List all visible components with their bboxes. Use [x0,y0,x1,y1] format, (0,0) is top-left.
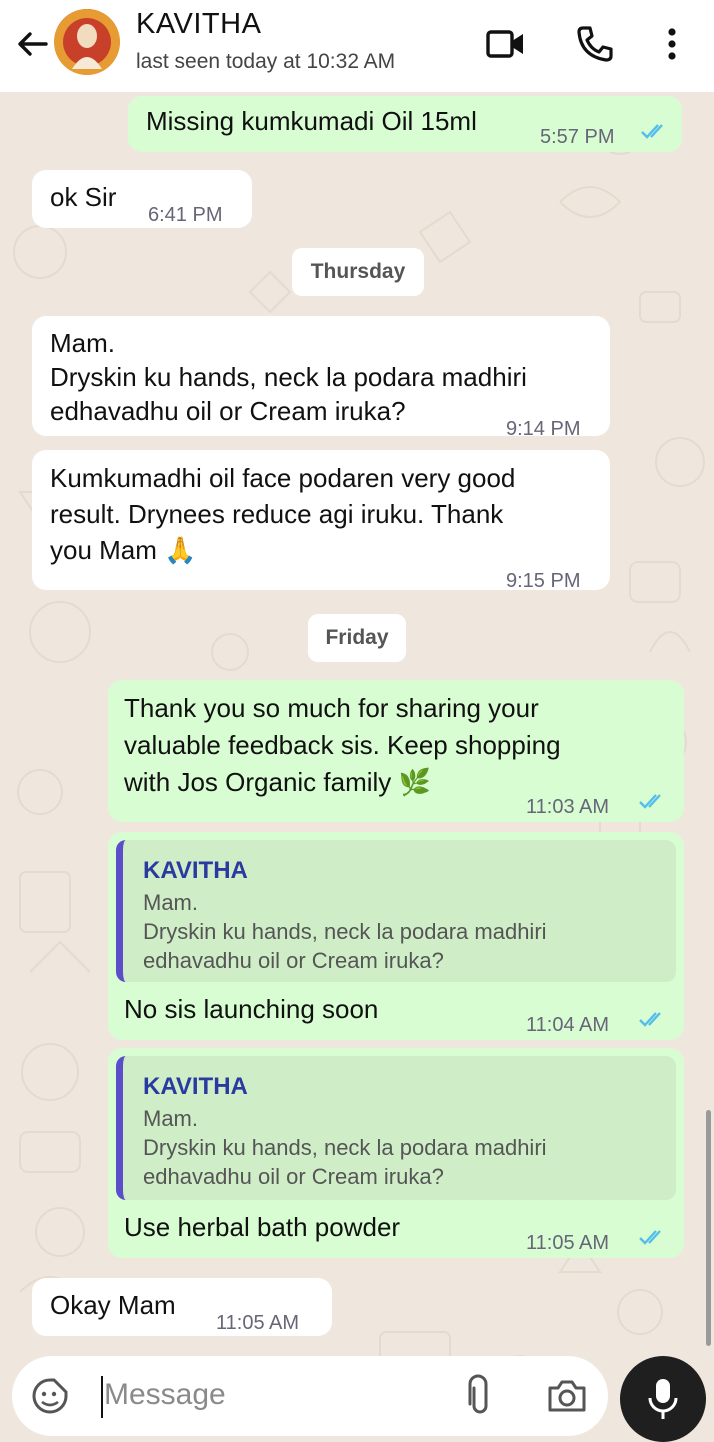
read-ticks-icon [639,1230,661,1245]
back-arrow-icon[interactable] [12,24,52,64]
quoted-message[interactable]: KAVITHA Mam. Dryskin ku hands, neck la po… [116,840,676,982]
quoted-text: Mam. Dryskin ku hands, neck la podara mad… [143,890,547,973]
quoted-sender: KAVITHA [143,857,248,884]
message-text: No sis launching soon [124,994,379,1024]
message-time: 5:57 PM [540,126,615,148]
message-input[interactable]: Message [104,1378,226,1412]
outgoing-reply-message[interactable]: KAVITHA Mam. Dryskin ku hands, neck la po… [108,1048,684,1258]
attach-icon[interactable] [458,1374,498,1418]
message-time: 11:05 AM [216,1312,300,1334]
quoted-text: Mam. Dryskin ku hands, neck la podara mad… [143,1106,547,1189]
message-time: 11:05 AM [526,1232,610,1254]
text-cursor [101,1376,103,1418]
incoming-message[interactable]: Okay Mam 11:05 AM [32,1278,332,1336]
incoming-message[interactable]: Mam. Dryskin ku hands, neck la podara mad… [32,316,610,440]
message-text: Mam. Dryskin ku hands, neck la podara mad… [50,328,527,426]
message-text: Use herbal bath powder [124,1212,401,1242]
incoming-message[interactable]: Kumkumadhi oil face podaren very good res… [32,450,610,592]
video-call-icon[interactable] [484,22,528,66]
outgoing-message[interactable]: Missing kumkumadi Oil 15ml 5:57 PM [128,96,682,152]
mic-icon [648,1379,678,1419]
quoted-sender: KAVITHA [143,1073,248,1100]
date-separator: Thursday [292,248,424,296]
message-time: 6:41 PM [148,204,223,226]
scrollbar[interactable] [706,1110,711,1346]
date-separator: Friday [308,614,406,662]
avatar[interactable] [54,9,120,75]
message-time: 11:03 AM [526,796,610,818]
message-text: Kumkumadhi oil face podaren very good res… [50,463,516,565]
mic-button[interactable] [620,1356,706,1442]
outgoing-reply-message[interactable]: KAVITHA Mam. Dryskin ku hands, neck la po… [108,832,684,1040]
voice-call-icon[interactable] [573,22,617,66]
emoji-sticker-icon[interactable] [30,1376,70,1416]
chat-header: KAVITHA last seen today at 10:32 AM [0,0,714,92]
message-text: ok Sir [50,182,117,212]
camera-icon[interactable] [546,1376,588,1416]
message-time: 11:04 AM [526,1014,610,1036]
read-ticks-icon [639,794,661,809]
message-text: Thank you so much for sharing your valuab… [124,693,561,797]
outgoing-message[interactable]: Thank you so much for sharing your valuab… [108,680,684,822]
chat-area[interactable]: Missing kumkumadi Oil 15ml 5:57 PM ok Si… [0,92,714,1442]
last-seen-status: last seen today at 10:32 AM [136,50,396,73]
quoted-message[interactable]: KAVITHA Mam. Dryskin ku hands, neck la po… [116,1056,676,1200]
message-text: Missing kumkumadi Oil 15ml [146,106,477,136]
read-ticks-icon [641,124,663,139]
message-time: 9:14 PM [506,418,581,440]
read-ticks-icon [639,1012,661,1027]
more-options-icon[interactable] [650,22,694,66]
incoming-message[interactable]: ok Sir 6:41 PM [32,170,252,228]
message-text: Okay Mam [50,1290,176,1320]
contact-name[interactable]: KAVITHA [136,8,261,41]
message-time: 9:15 PM [506,570,581,592]
message-composer[interactable]: Message [12,1356,608,1436]
